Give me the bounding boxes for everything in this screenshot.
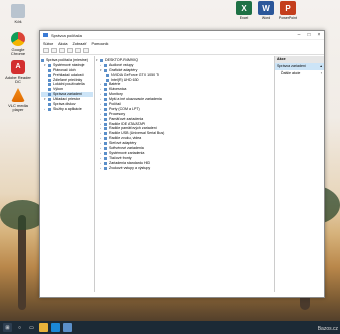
menu-file[interactable]: Súbor xyxy=(43,42,53,46)
computer-icon xyxy=(100,58,103,62)
app-icon xyxy=(43,33,48,37)
speaker-icon xyxy=(104,166,107,170)
back-icon[interactable] xyxy=(43,48,49,53)
properties-icon[interactable] xyxy=(67,48,73,53)
system-device-icon xyxy=(104,151,107,155)
chrome-icon xyxy=(11,32,25,46)
monitor-icon xyxy=(104,93,107,97)
watermark: Bazos.cz xyxy=(317,326,338,332)
log-icon xyxy=(48,73,51,77)
device-category[interactable]: › Zvukové vstupy a výstupy xyxy=(96,166,273,171)
search-icon[interactable]: ○ xyxy=(15,323,24,332)
toolbar xyxy=(40,47,324,55)
device-manager-icon xyxy=(48,93,51,97)
device-tree: ▾ DESKTOP-R4M9XQ › Audiové vstupy ▾ Grafick… xyxy=(95,56,274,292)
tree-item[interactable]: › Služby a aplikácie xyxy=(41,107,93,112)
actions-header: Akce xyxy=(275,56,324,63)
maximize-icon[interactable]: □ xyxy=(304,32,314,38)
desktop-icon-label: PowerPoint xyxy=(279,16,297,20)
gpu-icon xyxy=(106,73,109,77)
folder-icon xyxy=(48,78,51,82)
menu-help[interactable]: Pomocník xyxy=(92,42,109,46)
processor-icon xyxy=(104,112,107,116)
explorer-icon[interactable] xyxy=(39,323,48,332)
powerpoint-icon[interactable]: P xyxy=(280,1,296,15)
usb-icon xyxy=(104,132,107,136)
desktop-icon-label: Excel xyxy=(239,16,249,20)
services-icon xyxy=(48,107,51,111)
desktop-icon-bin[interactable]: Kôš xyxy=(4,4,32,24)
navigation-tree: Správa počítača (miestne) ▾ Systémové nás… xyxy=(40,56,95,292)
desktop-icon-adobe[interactable]: A Adobe Reader DC xyxy=(4,60,32,85)
menu-view[interactable]: Zobraziť xyxy=(72,42,86,46)
refresh-icon[interactable] xyxy=(83,48,89,53)
storage-icon xyxy=(48,98,51,102)
menu-action[interactable]: Akcia xyxy=(58,42,67,46)
collapse-icon: ▴ xyxy=(320,64,322,68)
menu-bar: Súbor Akcia Zobraziť Pomocník xyxy=(40,40,324,47)
desktop-icon-chrome[interactable]: Google Chrome xyxy=(4,32,32,57)
edge-icon[interactable] xyxy=(51,323,60,332)
computer-icon xyxy=(104,102,107,106)
storage-icon xyxy=(104,117,107,121)
mouse-icon xyxy=(104,98,107,102)
window-titlebar[interactable]: Správca počítača – □ × xyxy=(40,31,324,40)
network-icon xyxy=(104,142,107,146)
desktop-icon-label: Kôš xyxy=(14,19,22,24)
arrow-right-icon: › xyxy=(320,71,322,75)
ide-icon xyxy=(104,122,107,126)
forward-icon[interactable] xyxy=(51,48,57,53)
actions-section[interactable]: Správca zariadení ▴ xyxy=(275,63,324,70)
up-icon[interactable] xyxy=(59,48,65,53)
battery-icon xyxy=(104,83,107,87)
audio-icon xyxy=(104,63,107,67)
sound-icon xyxy=(104,137,107,141)
desktop-icon-vlc[interactable]: VLC media player xyxy=(4,88,32,113)
more-actions[interactable]: Ďalšie akcie › xyxy=(275,70,324,77)
management-app-icon[interactable] xyxy=(63,323,72,332)
port-icon xyxy=(104,107,107,111)
computer-icon xyxy=(41,58,44,62)
desktop-icon-label: Adobe Reader DC xyxy=(5,75,31,85)
gpu-icon xyxy=(106,78,109,82)
vlc-icon xyxy=(11,88,25,102)
start-icon[interactable]: ⊞ xyxy=(3,323,12,332)
taskbar: ⊞ ○ ▭ xyxy=(0,321,340,334)
task-view-icon[interactable]: ▭ xyxy=(27,323,36,332)
word-icon[interactable]: W xyxy=(258,1,274,15)
computer-management-window: Správca počítača – □ × Súbor Akcia Zobra… xyxy=(39,30,325,298)
help-icon[interactable] xyxy=(75,48,81,53)
performance-icon xyxy=(48,88,51,92)
tools-icon xyxy=(48,63,51,67)
recycle-bin-icon xyxy=(11,4,25,18)
disk-icon xyxy=(48,102,51,106)
desktop-icon-label: VLC media player xyxy=(8,103,28,113)
pdf-icon: A xyxy=(11,60,25,74)
hid-icon xyxy=(104,161,107,165)
close-icon[interactable]: × xyxy=(314,32,324,38)
storage-controller-icon xyxy=(104,127,107,131)
minimize-icon[interactable]: – xyxy=(294,32,304,38)
clock-icon xyxy=(48,68,51,72)
desktop-icon-label: Google Chrome xyxy=(10,47,26,57)
desktop-icon-label: Word xyxy=(261,16,271,20)
window-title: Správca počítača xyxy=(51,32,82,38)
printer-icon xyxy=(104,156,107,160)
software-device-icon xyxy=(104,146,107,150)
users-icon xyxy=(48,83,51,87)
keyboard-icon xyxy=(104,88,107,92)
actions-pane: Akce Správca zariadení ▴ Ďalšie akcie › xyxy=(274,56,324,292)
display-adapter-icon xyxy=(104,68,107,72)
excel-icon[interactable]: X xyxy=(236,1,252,15)
